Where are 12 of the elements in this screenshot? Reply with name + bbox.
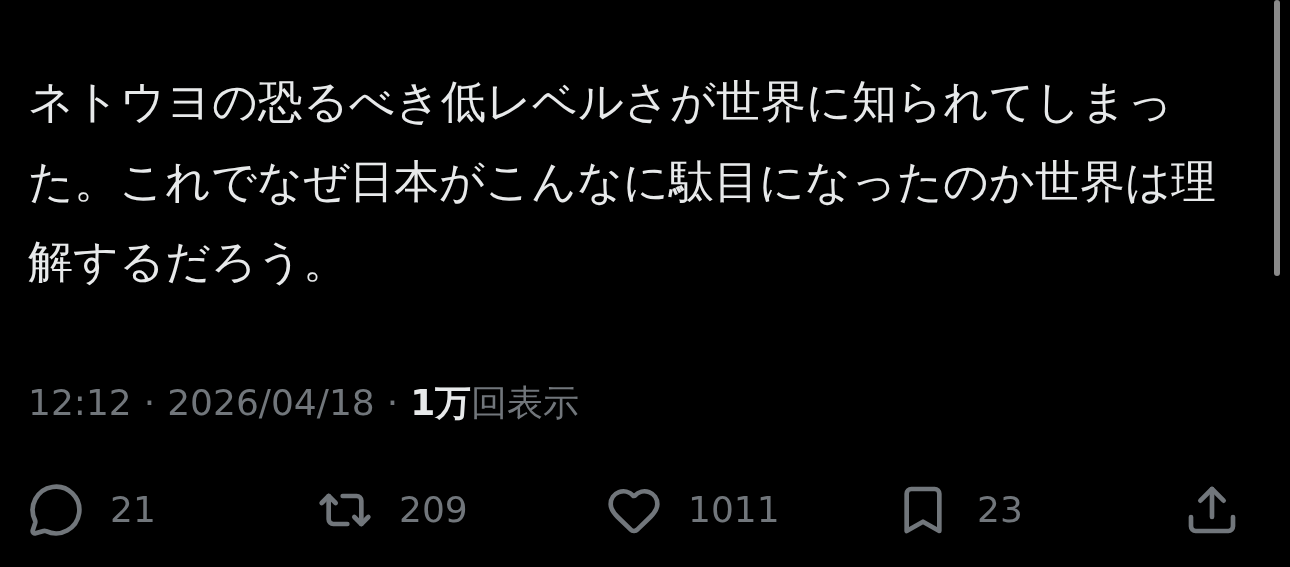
bookmark-button[interactable]: 23	[895, 482, 1184, 538]
post-time: 12:12	[28, 381, 132, 425]
post-text: ネトウヨの恐るべき低レベルさが世界に知られてしまった。これでなぜ日本がこんなに駄目になったのか世界は理解するだろう。	[28, 74, 1217, 290]
repost-button[interactable]: 209	[317, 482, 606, 538]
separator-dot: ·	[143, 381, 156, 425]
views-label: 回表示	[471, 381, 580, 425]
like-button[interactable]: 1011	[606, 482, 895, 538]
post-date: 2026/04/18	[167, 381, 375, 425]
separator-dot: ·	[386, 381, 399, 425]
reply-icon	[28, 482, 84, 538]
reply-button[interactable]: 21	[28, 482, 317, 538]
view-count: 1万	[410, 381, 472, 425]
